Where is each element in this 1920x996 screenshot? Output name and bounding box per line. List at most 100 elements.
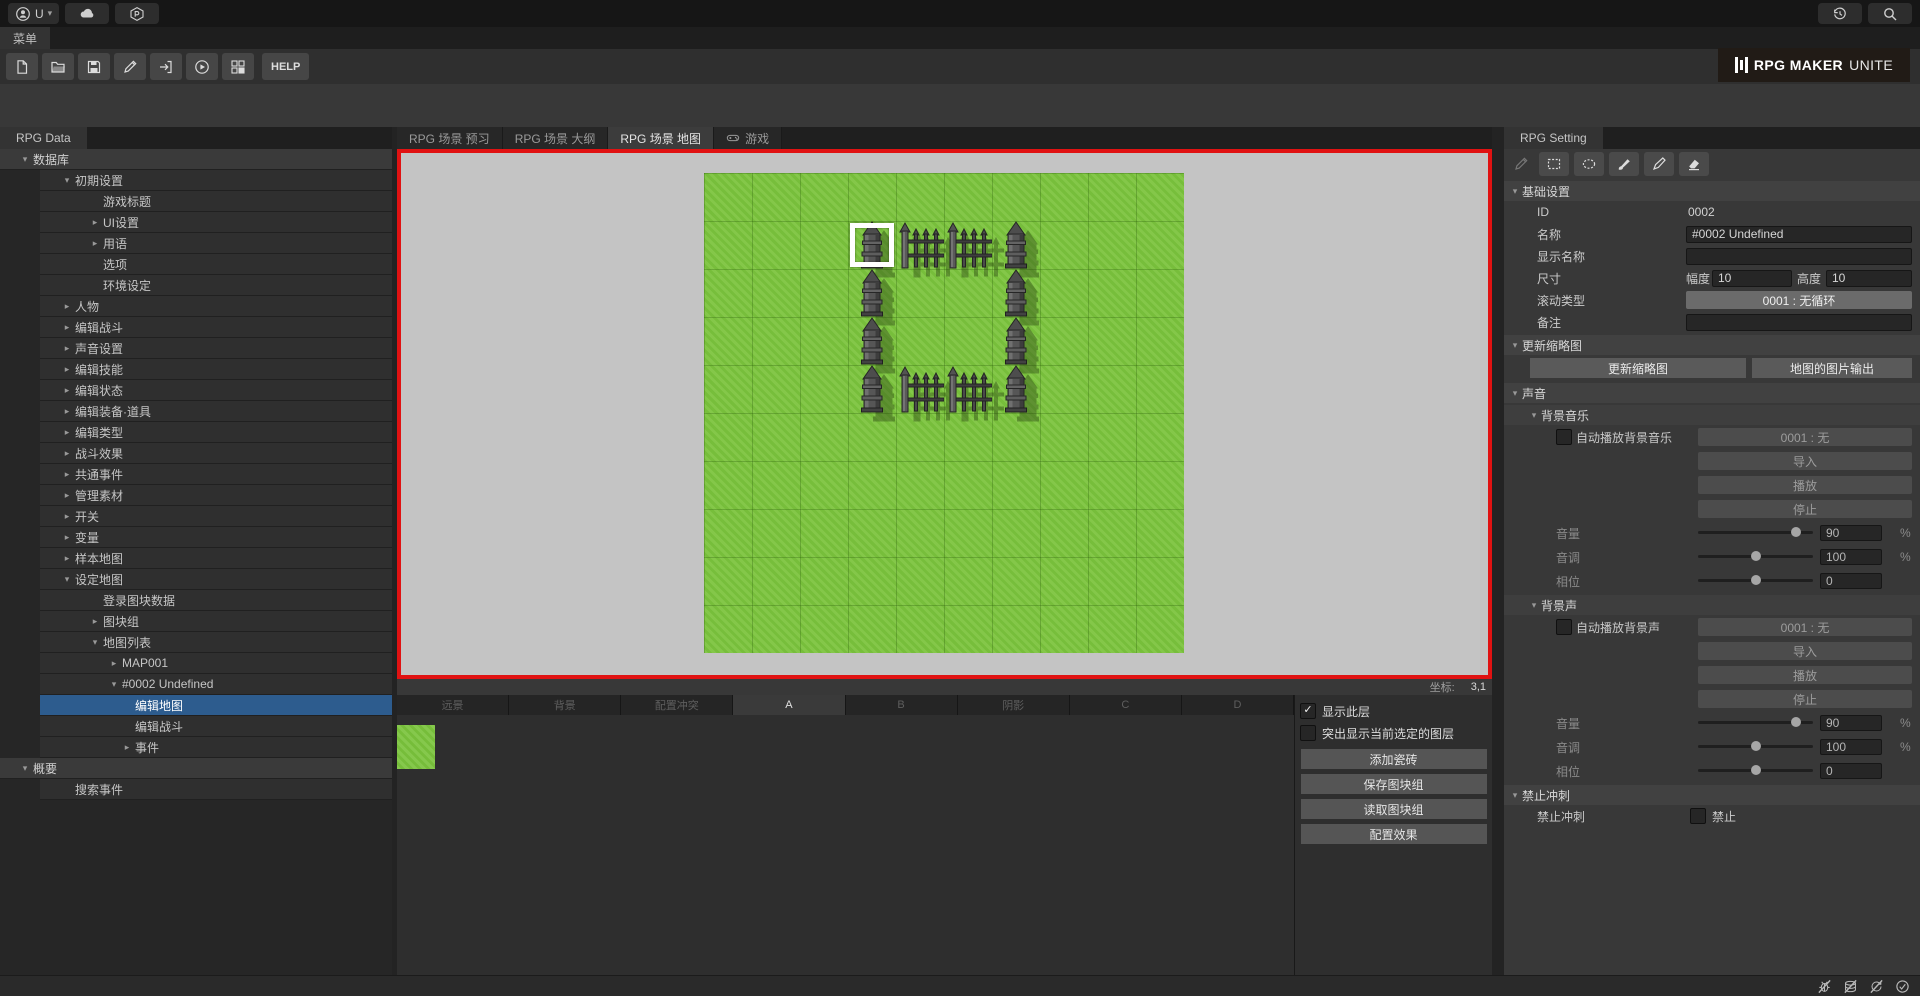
bgs-autoplay-checkbox[interactable] xyxy=(1556,619,1572,635)
tab-menu[interactable]: 菜单 xyxy=(0,27,51,49)
expand-arrow-icon[interactable]: ▸ xyxy=(59,511,75,522)
import-button[interactable] xyxy=(150,53,182,80)
collapse-arrow-icon[interactable]: ▾ xyxy=(1527,600,1541,611)
bgs-pitch-slider[interactable] xyxy=(1698,741,1813,751)
collapse-arrow-icon[interactable]: ▾ xyxy=(59,175,75,186)
play-button[interactable] xyxy=(186,53,218,80)
bgm-import-button[interactable]: 导入 xyxy=(1698,452,1912,470)
tree-item[interactable]: ▾ 设定地图 xyxy=(40,569,392,590)
dash-header[interactable]: ▾ 禁止冲刺 xyxy=(1504,785,1920,805)
basic-settings-header[interactable]: ▾ 基础设置 xyxy=(1504,181,1920,201)
note-field[interactable] xyxy=(1686,313,1912,331)
layer-tab-阴影[interactable]: 阴影 xyxy=(957,695,1070,715)
layer-tab-远景[interactable]: 远景 xyxy=(397,695,510,715)
edit-pencil-button[interactable] xyxy=(114,53,146,80)
eraser-tool-button[interactable] xyxy=(1679,152,1709,176)
bgs-volume-slider[interactable] xyxy=(1698,717,1813,727)
expand-arrow-icon[interactable]: ▸ xyxy=(59,385,75,396)
tree-item[interactable]: ▸ 变量 xyxy=(40,527,392,548)
display-name-field[interactable] xyxy=(1686,247,1912,265)
tree-item[interactable]: ▸ 声音设置 xyxy=(40,338,392,359)
show-layer-row[interactable]: ✓ 显示此层 xyxy=(1295,700,1492,722)
tree-item[interactable]: ▾ 初期设置 xyxy=(40,170,392,191)
wall-tile-fence[interactable] xyxy=(944,221,992,269)
export-map-image-button[interactable]: 地图的图片输出 xyxy=(1752,358,1912,378)
bgs-pitch-value[interactable]: 100 xyxy=(1820,739,1882,755)
layer-tab-配置冲突[interactable]: 配置冲突 xyxy=(621,695,734,715)
show-layer-checkbox[interactable]: ✓ xyxy=(1300,703,1316,719)
expand-arrow-icon[interactable]: ▸ xyxy=(59,448,75,459)
help-button[interactable]: HELP xyxy=(262,53,310,80)
tree-item[interactable]: ▾ 地图列表 xyxy=(40,632,392,653)
bgs-select[interactable]: 0001 : 无 xyxy=(1698,618,1912,636)
search-button[interactable] xyxy=(1868,3,1912,24)
expand-arrow-icon[interactable]: ▸ xyxy=(87,217,103,228)
bgs-header[interactable]: ▾ 背景声 xyxy=(1504,595,1920,615)
tab-RPG 场景 预习[interactable]: RPG 场景 预习 xyxy=(397,127,503,149)
account-button[interactable]: U ▾ xyxy=(8,3,60,24)
collapse-arrow-icon[interactable]: ▾ xyxy=(1508,340,1522,351)
bgs-pan-slider[interactable] xyxy=(1698,765,1813,775)
map-editor-viewport[interactable] xyxy=(397,149,1492,679)
open-folder-button[interactable] xyxy=(42,53,74,80)
wall-tile-fence[interactable] xyxy=(896,221,944,269)
highlight-layer-row[interactable]: 突出显示当前选定的图层 xyxy=(1295,722,1492,744)
expand-arrow-icon[interactable]: ▸ xyxy=(59,322,75,333)
wall-tile-tower[interactable] xyxy=(848,269,896,317)
tree-item[interactable]: 搜索事件 xyxy=(40,779,392,800)
height-field[interactable]: 10 xyxy=(1826,269,1912,287)
add-tile-button[interactable]: 添加瓷砖 xyxy=(1300,749,1487,769)
wall-tile-tower[interactable] xyxy=(992,269,1040,317)
dash-forbid-checkbox[interactable] xyxy=(1690,808,1706,824)
tree-item[interactable]: ▸ 编辑状态 xyxy=(40,380,392,401)
collapse-arrow-icon[interactable]: ▾ xyxy=(106,679,122,690)
tree-item[interactable]: ▸ MAP001 xyxy=(40,653,392,674)
tree-item[interactable]: ▸ 共通事件 xyxy=(40,464,392,485)
tree-item[interactable]: ▸ 战斗效果 xyxy=(40,443,392,464)
tab-rpg-setting[interactable]: RPG Setting xyxy=(1504,127,1603,149)
package-manager-button[interactable] xyxy=(115,3,160,24)
layer-tab-B[interactable]: B xyxy=(845,695,958,715)
expand-arrow-icon[interactable]: ▸ xyxy=(59,301,75,312)
collapse-arrow-icon[interactable]: ▾ xyxy=(87,637,103,648)
expand-arrow-icon[interactable]: ▸ xyxy=(59,532,75,543)
tree-item[interactable]: ▸ 开关 xyxy=(40,506,392,527)
layer-tab-A[interactable]: A xyxy=(733,695,846,715)
brush-tool-button[interactable] xyxy=(1609,152,1639,176)
tree-item[interactable]: ▸ 编辑类型 xyxy=(40,422,392,443)
tree-item[interactable]: ▸ 编辑战斗 xyxy=(40,317,392,338)
save-button[interactable] xyxy=(78,53,110,80)
bgm-autoplay-checkbox[interactable] xyxy=(1556,429,1572,445)
cloud-button[interactable] xyxy=(65,3,110,24)
layer-tab-C[interactable]: C xyxy=(1069,695,1182,715)
map-canvas[interactable] xyxy=(704,173,1184,653)
tab-rpg-data[interactable]: RPG Data xyxy=(0,127,87,149)
collapse-arrow-icon[interactable]: ▾ xyxy=(59,574,75,585)
expand-arrow-icon[interactable]: ▸ xyxy=(59,427,75,438)
slider-knob[interactable] xyxy=(1750,741,1761,751)
expand-arrow-icon[interactable]: ▸ xyxy=(119,742,135,753)
collapse-arrow-icon[interactable]: ▾ xyxy=(1527,410,1541,421)
layer-tab-D[interactable]: D xyxy=(1181,695,1294,715)
expand-arrow-icon[interactable]: ▸ xyxy=(59,490,75,501)
collapse-arrow-icon[interactable]: ▾ xyxy=(17,154,33,165)
scroll-type-select[interactable]: 0001 : 无循环 xyxy=(1686,291,1912,309)
expand-arrow-icon[interactable]: ▸ xyxy=(59,343,75,354)
expand-arrow-icon[interactable]: ▸ xyxy=(59,364,75,375)
expand-arrow-icon[interactable]: ▸ xyxy=(59,553,75,564)
tree-item[interactable]: ▸ 编辑装备·道具 xyxy=(40,401,392,422)
collapse-arrow-icon[interactable]: ▾ xyxy=(17,763,33,774)
tree-item[interactable]: ▸ 用语 xyxy=(40,233,392,254)
bgm-pitch-value[interactable]: 100 xyxy=(1820,549,1882,565)
bgm-header[interactable]: ▾ 背景音乐 xyxy=(1504,405,1920,425)
bgs-volume-value[interactable]: 90 xyxy=(1820,715,1882,731)
pen-tool-button[interactable] xyxy=(1644,152,1674,176)
slider-knob[interactable] xyxy=(1750,765,1761,775)
tree-item[interactable]: ▾ #0002 Undefined xyxy=(40,674,392,695)
wall-tile-tower[interactable] xyxy=(848,365,896,413)
bgm-select[interactable]: 0001 : 无 xyxy=(1698,428,1912,446)
bgs-stop-button[interactable]: 停止 xyxy=(1698,690,1912,708)
expand-arrow-icon[interactable]: ▸ xyxy=(87,238,103,249)
tree-item[interactable]: ▸ 编辑技能 xyxy=(40,359,392,380)
tree-item[interactable]: ▾ 数据库 xyxy=(0,149,392,170)
